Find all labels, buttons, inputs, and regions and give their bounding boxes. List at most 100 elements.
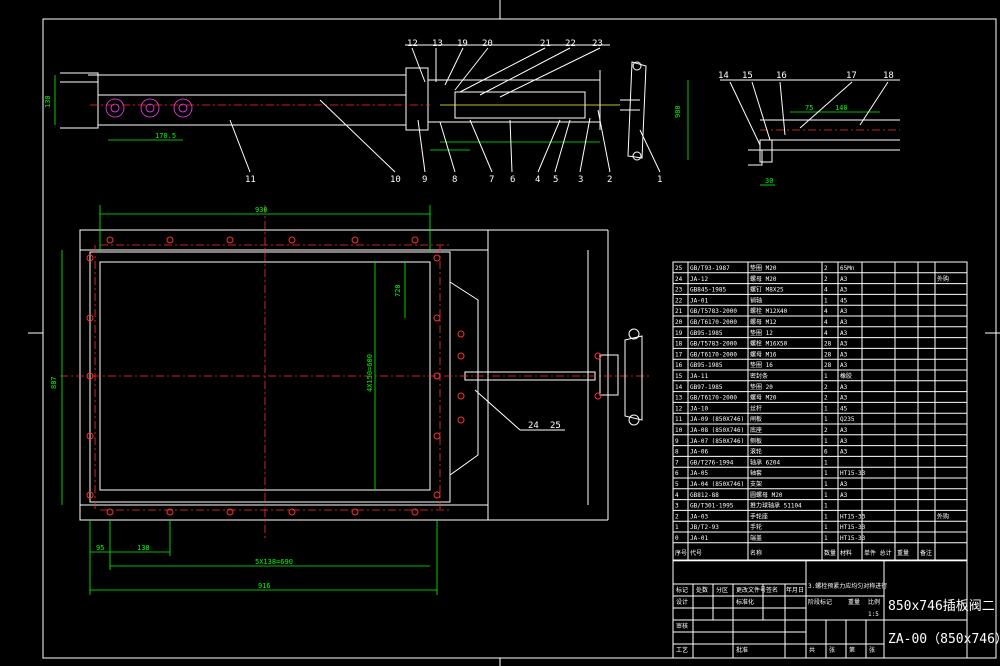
dim-side-height: 130: [44, 95, 52, 108]
callout-7: 7: [489, 175, 494, 185]
callout-11: 11: [245, 175, 256, 185]
bom-name: 垫圈 M20: [750, 264, 777, 272]
bom-note: 外购: [937, 275, 949, 283]
bom-code: JA-12: [690, 276, 708, 283]
bom-qty: 2: [824, 384, 828, 391]
dim-plan-bottom-b: 138: [137, 544, 150, 552]
bom-no: 18: [675, 341, 683, 348]
bom-mat: A3: [840, 308, 848, 315]
bom-code: JA-08 (850X746): [690, 427, 744, 434]
bom-name: 闸板: [750, 415, 762, 423]
bom-mat: 橡胶: [840, 372, 852, 380]
bom-table: 25 GB/T93-1987 垫圈 M20 2 65Mn24 JA-12 螺母 M20 2 A3…: [672, 261, 968, 562]
bom-qty: 1: [824, 513, 828, 520]
bom-name: 螺母 M16: [750, 350, 777, 358]
bom-qty: 4: [824, 330, 828, 337]
bom-no: 4: [675, 492, 679, 499]
callout-25: 25: [550, 421, 561, 431]
callout-8: 8: [452, 175, 457, 185]
tb-label-weight: 重量: [848, 598, 860, 606]
bom-qty: 1: [824, 459, 828, 466]
bom-name: 密封条: [750, 372, 768, 380]
bom-no: 5: [675, 481, 679, 488]
bom-mat: HT15-33: [840, 513, 866, 520]
tb-label-total: 共: [809, 646, 815, 654]
callout-16: 16: [776, 71, 787, 81]
bom-header-cell: 备注: [920, 549, 932, 557]
bom-code: GB/T93-1987: [690, 265, 730, 272]
bom-name: 轴套: [750, 469, 762, 477]
tb-label-design: 设计: [676, 598, 688, 606]
bom-no: 21: [675, 308, 683, 315]
callout-20: 20: [482, 39, 493, 49]
bom-header-cell: 数量: [824, 549, 836, 557]
bom-qty: 4: [824, 319, 828, 326]
dim-plan-inner: 720: [394, 284, 402, 297]
title-block: 3.螺栓预紧力应均匀对称进行 850x746插板阀二 ZA-00（850x746…: [672, 559, 1000, 659]
bom-qty: 2: [824, 395, 828, 402]
bom-mat: A3: [840, 384, 848, 391]
bom-no: 6: [675, 470, 679, 477]
callout-15: 15: [742, 71, 753, 81]
cad-drawing: 130 170.5 980 12 13 19 20 21 22 23 11 10…: [28, 0, 1000, 666]
bom-no: 1: [675, 524, 679, 531]
bom-name: 轴承 6204: [750, 458, 780, 466]
bom-code: JB/T2-93: [690, 524, 719, 531]
bom-name: 螺母 M20: [750, 394, 777, 402]
dim-detail-b: 140: [835, 104, 848, 112]
dim-plan-height: 887: [50, 376, 58, 389]
bom-qty: 1: [824, 524, 828, 531]
bom-no: 8: [675, 449, 679, 456]
tb-label-approve: 批准: [736, 646, 748, 654]
tb-label-scale: 比例: [868, 598, 880, 606]
bom-no: 22: [675, 297, 683, 304]
callout-19: 19: [457, 39, 468, 49]
bom-qty: 2: [824, 265, 828, 272]
callout-13: 13: [432, 39, 443, 49]
bom-mat: 45: [840, 405, 848, 412]
tb-label-no: 第: [849, 646, 855, 654]
bom-no: 15: [675, 373, 683, 380]
bom-code: JA-09 (850X746): [690, 416, 744, 423]
bom-code: JA-05: [690, 470, 708, 477]
bom-name: 螺栓 M12X40: [750, 307, 788, 315]
bom-name: 圆螺母 M20: [750, 491, 783, 499]
tb-label-count: 处数: [696, 586, 708, 594]
dim-side-pitch: 170.5: [155, 132, 176, 140]
bom-mat: A3: [840, 351, 848, 358]
bom-mat: A3: [840, 449, 848, 456]
bom-qty: 4: [824, 308, 828, 315]
bom-code: JA-11: [690, 373, 708, 380]
bom-header-cell: 名称: [750, 549, 762, 557]
bom-no: 20: [675, 319, 683, 326]
callout-1: 1: [657, 175, 662, 185]
product-name: 850x746插板阀二: [888, 599, 995, 614]
dim-detail-c: 30: [765, 177, 773, 185]
bom-qty: 1: [824, 438, 828, 445]
bom-code: GB95-1985: [690, 330, 723, 337]
bom-name: 底座: [750, 426, 762, 434]
dim-plan-top: 930: [255, 206, 268, 214]
bom-qty: 1: [824, 373, 828, 380]
bom-code: GB/T6170-2000: [690, 351, 737, 358]
bom-no: 0: [675, 535, 679, 542]
callout-2: 2: [607, 175, 612, 185]
bom-name: 丝杆: [750, 404, 762, 412]
bom-qty: 6: [824, 449, 828, 456]
bom-qty: 2: [824, 276, 828, 283]
bom-code: GB/T6170-2000: [690, 395, 737, 402]
callouts-bottom: 11 10 9 8 7 6 4 5 3 2 1: [245, 175, 662, 185]
dim-plan-bottom-a: 95: [96, 544, 104, 552]
callout-6: 6: [510, 175, 515, 185]
sheet-inner-border: [42, 18, 997, 659]
detail-view: 75 140 30 14 15 16 17 18: [718, 71, 900, 186]
bom-qty: 1: [824, 503, 828, 510]
bom-name: 垫圈 12: [750, 329, 773, 337]
bom-name: 螺母 M12: [750, 318, 777, 326]
tb-label-date: 年月日: [786, 586, 804, 594]
bom-no: 14: [675, 384, 683, 391]
roller-wheels: [105, 98, 193, 118]
bom-name: 手轮座: [750, 512, 768, 520]
bom-no: 7: [675, 459, 679, 466]
bom-mat: A3: [840, 481, 848, 488]
